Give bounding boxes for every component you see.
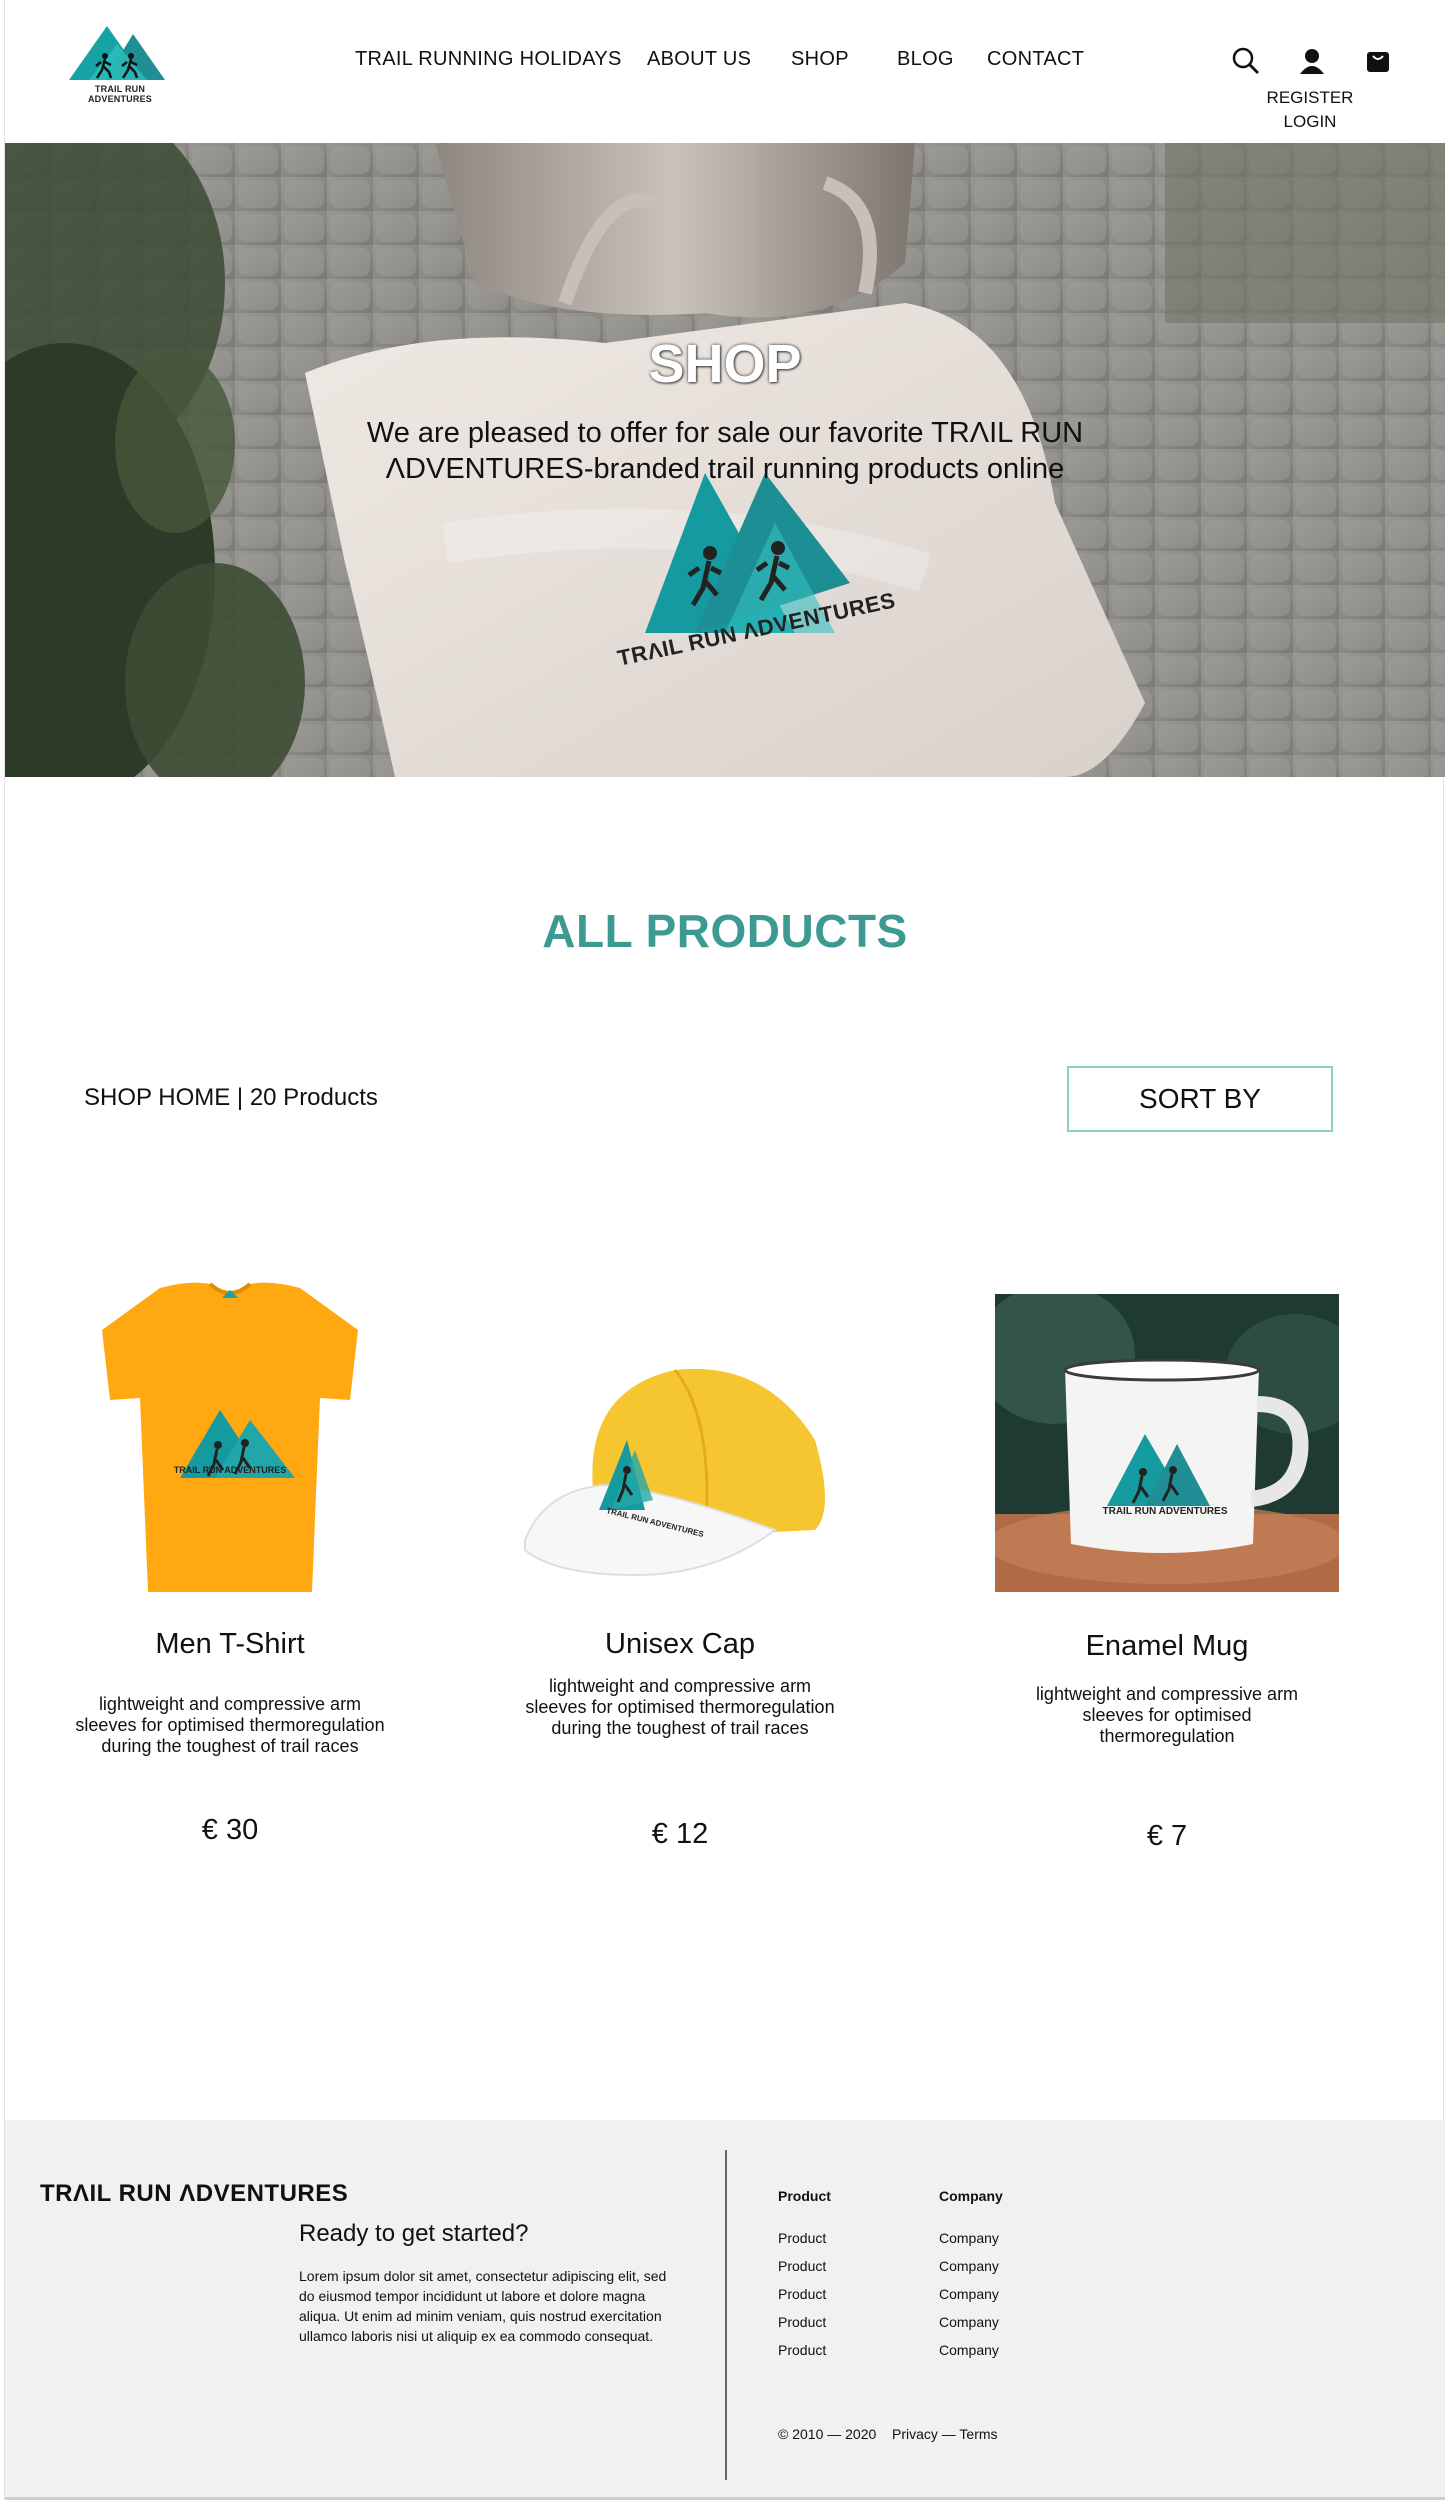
footer-cta-heading: Ready to get started? [299, 2220, 529, 2247]
product-name[interactable]: Men T-Shirt [65, 1628, 395, 1661]
section-title: ALL PRODUCTS [542, 905, 908, 957]
breadcrumb: SHOP HOME | 20 Products [84, 1084, 378, 1111]
cap-image[interactable] [515, 1340, 845, 1600]
footer-copyright: © 2010 — 2020 [778, 2426, 877, 2442]
footer-link[interactable]: Product [778, 2286, 831, 2302]
nav-trail-running-holidays[interactable]: TRAIL RUNNING HOLIDAYS [355, 48, 622, 71]
hero-title: SHOP [648, 334, 802, 394]
product-name[interactable]: Unisex Cap [515, 1628, 845, 1661]
user-icon[interactable] [1297, 46, 1327, 76]
mug-logo-text: TRAIL RUN ADVENTURES [1102, 1506, 1228, 1517]
nav-contact[interactable]: CONTACT [987, 48, 1084, 71]
brand-logo[interactable]: TRAIL RUN ADVENTURES [65, 22, 175, 104]
footer-link[interactable]: Company [939, 2286, 1003, 2302]
site-header: TRAIL RUN ADVENTURES TRAIL RUNNING HOLID… [5, 0, 1445, 143]
footer-link[interactable]: Company [939, 2342, 1003, 2358]
footer-brand: TRΛIL RUN ΛDVENTURES [40, 2180, 349, 2207]
product-card-mug[interactable]: TRAIL RUN ADVENTURES Enamel Mug lightwei… [995, 1294, 1339, 1860]
product-name[interactable]: Enamel Mug [995, 1630, 1339, 1663]
nav-about-us[interactable]: ABOUT US [647, 48, 751, 71]
mug-image[interactable] [995, 1294, 1339, 1592]
hero-subtitle: We are pleased to offer for sale our fav… [366, 417, 1084, 485]
footer-link[interactable]: Company [939, 2230, 1003, 2246]
footer-legal-links[interactable]: Privacy — Terms [892, 2426, 998, 2442]
logo-text: TRAIL RUN ADVENTURES [87, 84, 152, 104]
bag-icon[interactable] [1363, 46, 1393, 76]
footer-company-column: Company Company Company Company Company … [939, 2188, 1003, 2370]
product-price: € 7 [1146, 1820, 1188, 1852]
footer-link[interactable]: Company [939, 2314, 1003, 2330]
footer-link[interactable]: Product [778, 2342, 831, 2358]
product-price: € 30 [201, 1814, 259, 1846]
product-card-tshirt[interactable]: TRAIL RUN ADVENTURES Men T-Shirt lightwe… [65, 1280, 395, 1860]
product-description: lightweight and compressive arm sleeves … [1035, 1684, 1299, 1746]
tshirt-logo-text: TRAIL RUN ADVENTURES [173, 1465, 287, 1475]
product-price: € 12 [651, 1818, 709, 1850]
auth-links: REGISTER LOGIN [1235, 86, 1385, 134]
footer-column-heading: Company [939, 2188, 1003, 2204]
product-description: lightweight and compressive arm sleeves … [525, 1676, 835, 1738]
register-link[interactable]: REGISTER [1235, 86, 1385, 110]
mountains-logo-icon [69, 26, 165, 80]
footer-link[interactable]: Company [939, 2258, 1003, 2274]
footer-product-column: Product Product Product Product Product … [778, 2188, 831, 2370]
page-frame: TRAIL RUN ADVENTURES TRAIL RUNNING HOLID… [4, 0, 1445, 2500]
footer-link[interactable]: Product [778, 2258, 831, 2274]
footer-link[interactable]: Product [778, 2314, 831, 2330]
search-icon[interactable] [1231, 46, 1261, 76]
nav-blog[interactable]: BLOG [897, 48, 954, 71]
product-card-cap[interactable]: TRAIL RUN ADVENTURES Unisex Cap lightwei… [515, 1280, 845, 1860]
sort-by-button[interactable]: SORT BY [1067, 1066, 1333, 1132]
nav-shop[interactable]: SHOP [791, 48, 849, 71]
footer-link[interactable]: Product [778, 2230, 831, 2246]
footer-column-heading: Product [778, 2188, 831, 2204]
site-footer: TRΛIL RUN ΛDVENTURES Ready to get starte… [5, 2120, 1445, 2500]
hero-banner: TRΛIL RUN ΛDVENTURES SHOP We are pleased… [5, 143, 1445, 777]
product-description: lightweight and compressive arm sleeves … [75, 1694, 385, 1756]
footer-divider [725, 2150, 727, 2480]
footer-description: Lorem ipsum dolor sit amet, consectetur … [299, 2268, 667, 2344]
login-link[interactable]: LOGIN [1235, 110, 1385, 134]
tshirt-image[interactable] [100, 1280, 360, 1592]
